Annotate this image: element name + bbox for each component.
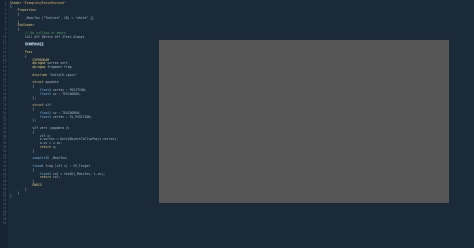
code-token: } [10, 148, 35, 153]
code-token: _MainTex; [49, 156, 68, 161]
line-text: }; [10, 95, 37, 101]
code-token: _MainTex ("Texture", 2D) = "white" {} [10, 15, 94, 20]
code-token: o; [51, 144, 57, 149]
code-token: frag (v2f i) : SV_Target [43, 163, 91, 168]
code-token: Properties [17, 8, 37, 13]
line-text: Cull Off ZWrite Off ZTest Always [10, 34, 85, 40]
selected-token: GrabPass{} [24, 42, 44, 47]
code-token: "Examples/BrushRevised" [23, 0, 66, 5]
code-token: float4 [39, 114, 51, 119]
code-token: return [39, 144, 51, 149]
code-token: v2f [43, 103, 51, 108]
code-token: Cull Off ZWrite Off ZTest Always [10, 34, 85, 39]
code-token: #pragma [32, 65, 46, 70]
code-token: return [39, 175, 51, 180]
code-token: ENDCG [32, 182, 42, 187]
code-token: float2 [39, 91, 51, 96]
line-text: #pragma fragment frag [10, 65, 72, 70]
code-token: }; [10, 118, 37, 123]
code-token: }; [10, 95, 37, 100]
line-text: Shader "Examples/BrushRevised" [10, 0, 66, 6]
line-text: _MainTex ("Texture", 2D) = "white" {} [10, 15, 94, 21]
code-token: vertex : SV_POSITION; [51, 114, 92, 119]
code-token: #include [32, 72, 48, 77]
line-text: }; [10, 118, 37, 123]
line-text: #include "UnityCG.cginc" [10, 72, 78, 78]
code-token: SubShader [17, 23, 35, 28]
code-token: col; [51, 175, 61, 180]
code-token: uv : TEXCOORD0; [51, 91, 81, 96]
code-token: } [10, 194, 12, 199]
preview-panel [159, 40, 449, 203]
code-editor[interactable]: 1 Shader "Examples/BrushRevised" 2{3 Prope… [0, 0, 474, 248]
line-number: 59 [2, 220, 7, 225]
line-text: GrabPass{} [10, 42, 44, 47]
code-token: sampler2D [32, 156, 50, 161]
code-token: "UnityCG.cginc" [47, 72, 78, 77]
code-token: fragment frag [45, 65, 72, 70]
line-text: } [10, 194, 12, 199]
line-text: sampler2D _MainTex; [10, 156, 68, 161]
code-token: appdata [43, 80, 59, 85]
code-area[interactable]: 1 Shader "Examples/BrushRevised" 2{3 Prope… [0, 0, 160, 248]
line-text: } [10, 148, 35, 154]
